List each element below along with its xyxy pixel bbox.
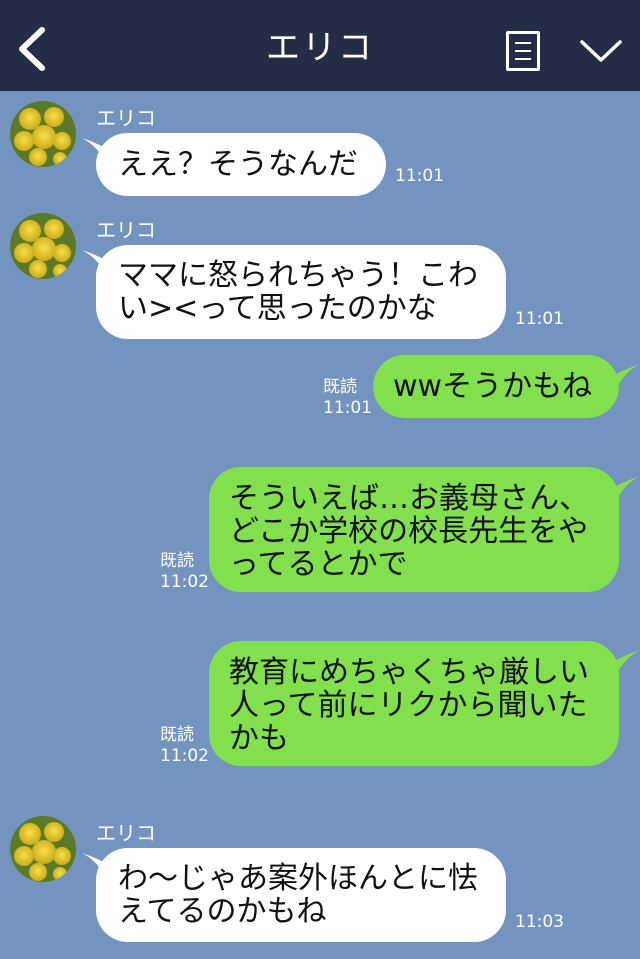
read-receipt: 既読 — [323, 377, 357, 397]
message-time: 11:02 — [160, 572, 209, 592]
message-bubble[interactable]: wwそうかもね — [373, 355, 619, 418]
avatar[interactable] — [10, 816, 76, 882]
avatar[interactable] — [10, 213, 76, 279]
read-receipt: 既読 — [160, 725, 194, 745]
sender-name: エリコ — [96, 821, 156, 845]
message-line: 人って前にリクから聞いた — [229, 688, 588, 723]
message-line: えてるのかもね — [118, 894, 327, 929]
chat-header: エリコ — [0, 0, 640, 91]
message-line: ええ？そうなんだ — [118, 147, 358, 182]
message-line: ってるとかで — [229, 547, 408, 582]
sender-name: エリコ — [96, 106, 156, 130]
message-line: そういえば…お義母さん、 — [229, 481, 589, 516]
message-line: wwそうかもね — [393, 369, 593, 404]
read-receipt: 既読 — [160, 551, 194, 571]
sender-name: エリコ — [96, 218, 156, 242]
message-line: かも — [229, 721, 289, 756]
message-time: 11:01 — [323, 398, 372, 418]
message-time: 11:01 — [395, 166, 444, 186]
message-bubble[interactable]: ええ？そうなんだ — [96, 133, 386, 196]
avatar[interactable] — [10, 101, 76, 167]
message-line: わ〜じゃあ案外ほんとに怯 — [118, 861, 478, 896]
note-list-icon[interactable] — [506, 31, 540, 71]
message-bubble[interactable]: ママに怒られちゃう！こわ い><って思ったのかな — [96, 245, 506, 339]
chevron-down-icon[interactable] — [578, 36, 624, 68]
message-bubble[interactable]: そういえば…お義母さん、 どこか学校の校長先生をや ってるとかで — [209, 467, 619, 592]
chat-title: エリコ — [266, 28, 374, 68]
message-time: 11:02 — [160, 746, 209, 766]
message-time: 11:01 — [515, 309, 564, 329]
message-bubble[interactable]: 教育にめちゃくちゃ厳しい 人って前にリクから聞いた かも — [209, 641, 619, 766]
message-line: い><って思ったのかな — [118, 291, 437, 326]
message-line: ママに怒られちゃう！こわ — [118, 258, 478, 293]
message-line: 教育にめちゃくちゃ厳しい — [229, 655, 589, 690]
message-time: 11:03 — [515, 912, 564, 932]
message-bubble[interactable]: わ〜じゃあ案外ほんとに怯 えてるのかもね — [96, 848, 506, 942]
message-line: どこか学校の校長先生をや — [229, 514, 589, 549]
